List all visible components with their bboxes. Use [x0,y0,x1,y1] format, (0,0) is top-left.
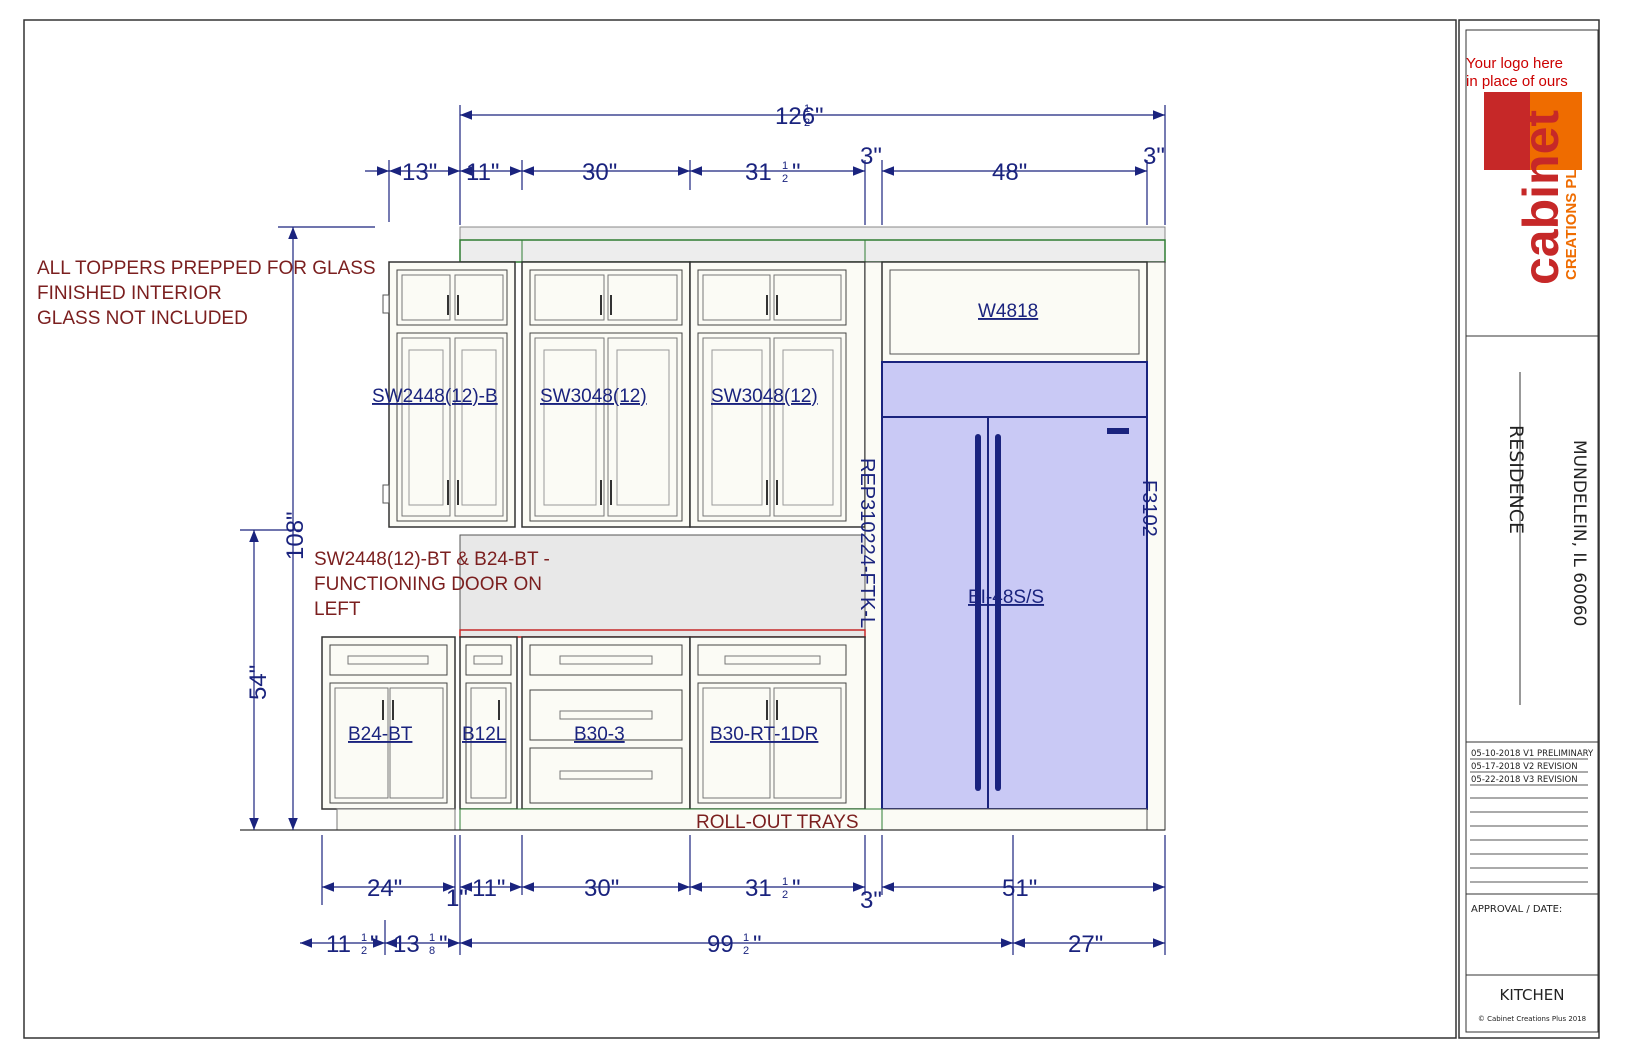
filler-f3102 [1146,261,1166,831]
dim-top-48: 48" [992,159,1027,186]
dim-bot-31: 31 [745,875,772,902]
crown-molding [459,226,1166,241]
dim-bot-51: 51" [1002,875,1037,902]
svg-text:": " [792,159,801,186]
dim-bot-1: 1" [446,885,468,912]
svg-text:1: 1 [361,932,367,944]
label-w4818: W4818 [978,301,1038,322]
note-bt-3: LEFT [314,599,361,620]
dim-low-27: 27" [1068,931,1103,958]
copyright: © Cabinet Creations Plus 2018 [1478,1015,1586,1023]
logo-brand-word: cabinet [1513,110,1569,285]
label-filler: F3102 [1138,480,1160,537]
countertop [459,629,866,638]
svg-text:1: 1 [782,876,788,888]
logo-placeholder-2: in place of ours [1466,73,1568,90]
label-fridge: BI-48S/S [968,587,1044,608]
svg-text:2: 2 [361,945,367,957]
dim-bot-30: 30" [584,875,619,902]
drawing-sheet: 126 1 2 " 13" 11" 30" 31 1 2 " 3" 48" 3"… [0,0,1632,1056]
svg-text:2: 2 [782,889,788,901]
svg-text:2: 2 [782,173,788,185]
dim-height-54: 54" [245,665,272,700]
dim-top-3b: 3" [1143,143,1165,170]
revision-1: 05-10-2018 V1 PRELIMINARY [1471,749,1594,759]
cabinet-b30-3 [521,636,691,810]
svg-text:1: 1 [804,103,810,115]
label-b30-3: B30-3 [574,724,625,745]
svg-text:": " [753,931,762,958]
dim-top-3a: 3" [860,143,882,170]
dim-top-11: 11" [466,159,499,186]
dim-low-13: 13 [393,931,420,958]
cabinet-b12l [459,636,518,810]
dim-height-108: 108" [282,511,309,560]
revision-2: 05-17-2018 V2 REVISION [1471,762,1578,772]
dim-top-30: 30" [582,159,617,186]
label-rep-panel: REP310224-FTK-L [856,458,878,628]
label-b24: B24-BT [348,724,413,745]
dim-top-13: 13" [402,159,437,186]
topper-strip [459,239,1166,263]
drawing-border [23,19,1457,1039]
logo-placeholder-1: Your logo here [1466,55,1563,72]
svg-text:1: 1 [782,160,788,172]
project-name: RESIDENCE [1505,425,1527,534]
revision-3: 05-22-2018 V3 REVISION [1471,775,1578,785]
logo-brand-sub: CREATIONS PLUS [1563,149,1580,280]
note-bt-1: SW2448(12)-BT & B24-BT - [314,549,550,570]
label-sw3048-a: SW3048(12) [540,386,647,407]
svg-text:": " [439,931,448,958]
note-toppers-3: GLASS NOT INCLUDED [37,308,248,329]
dim-bot-24: 24" [367,875,402,902]
label-b12: B12L [462,724,506,745]
note-toppers-1: ALL TOPPERS PREPPED FOR GLASS [37,258,376,279]
room-name: KITCHEN [1500,986,1565,1004]
label-sw3048-b: SW3048(12) [711,386,818,407]
dim-low-99: 99 [707,931,734,958]
svg-text:2: 2 [804,117,810,129]
svg-text:": " [370,931,379,958]
dim-bot-3: 3" [860,887,882,914]
svg-text:1: 1 [429,932,435,944]
elevation-drawing: 126 1 2 " 13" 11" 30" 31 1 2 " 3" 48" 3"… [23,19,1600,1039]
svg-text:": " [815,103,824,130]
dim-top-31: 31 [745,159,772,186]
approval-label: APPROVAL / DATE: [1471,904,1562,915]
note-bt-2: FUNCTIONING DOOR ON [314,574,542,595]
note-toppers-2: FINISHED INTERIOR [37,283,222,304]
project-address: MUNDELEIN, IL 60060 [1569,440,1589,626]
svg-text:1: 1 [743,932,749,944]
svg-text:8: 8 [429,945,435,957]
note-rollout: ROLL-OUT TRAYS [696,812,859,833]
label-sw2448: SW2448(12)-B [372,386,498,407]
dim-low-11: 11 [326,931,351,958]
dim-bot-11: 11" [472,875,505,902]
cabinet-b30-rt-1dr [689,636,866,810]
logo: Your logo here in place of ours cabinet … [1466,55,1582,285]
label-b30-rt: B30-RT-1DR [710,724,818,745]
svg-text:2: 2 [743,945,749,957]
svg-text:": " [792,875,801,902]
